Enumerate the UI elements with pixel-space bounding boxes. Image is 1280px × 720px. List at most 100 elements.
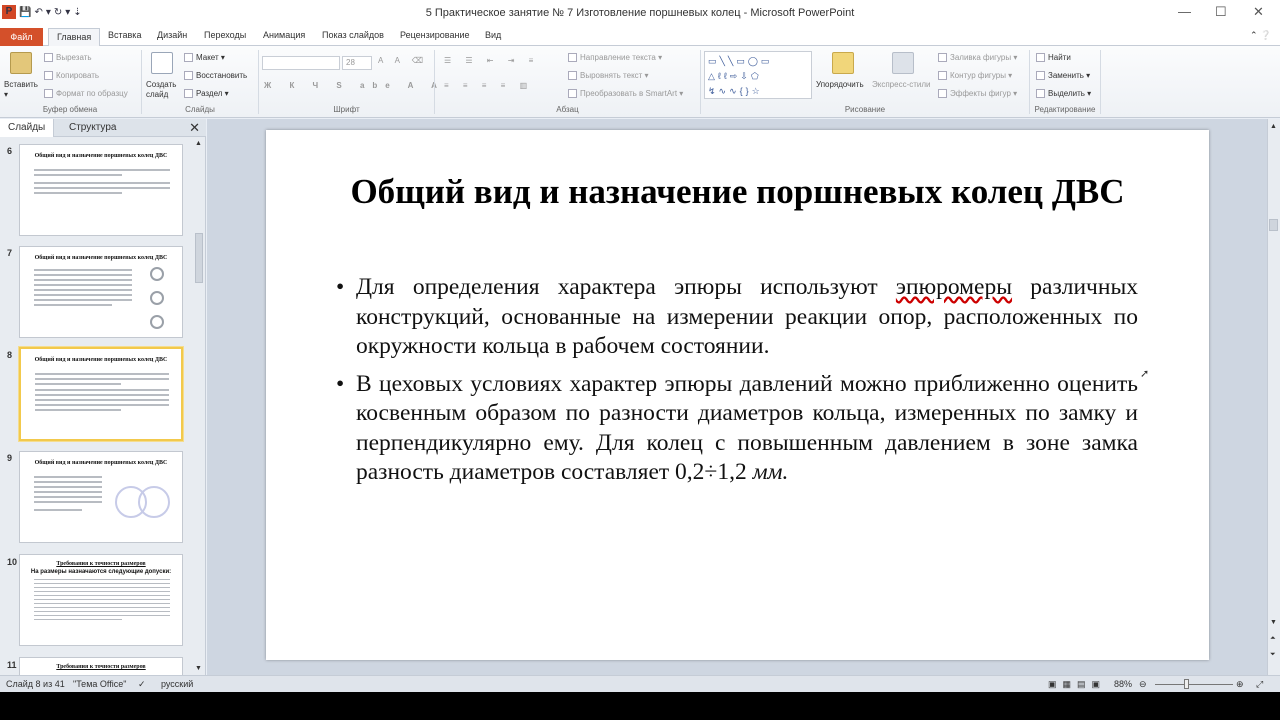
slide-thumbnail-6[interactable]: Общий вид и назначение поршневых колец Д… (19, 144, 183, 236)
bullet-item: В цеховых условиях характер эпюры давлен… (336, 370, 1138, 488)
minimize-button[interactable]: — (1178, 4, 1191, 19)
next-slide-icon[interactable]: ⏷ (1270, 651, 1276, 659)
tab-file[interactable]: Файл (0, 28, 43, 46)
slide-body[interactable]: Для определения характера эпюры использу… (336, 273, 1138, 496)
cut-button[interactable]: Вырезать (44, 53, 92, 63)
scroll-down-icon[interactable]: ▼ (195, 665, 202, 672)
new-slide-icon[interactable] (151, 52, 173, 74)
thumb-title: Общий вид и назначение поршневых колец Д… (34, 357, 168, 363)
text-direction-button[interactable]: Направление текста ▾ (568, 53, 662, 63)
select-button[interactable]: Выделить ▾ (1036, 89, 1091, 99)
list-buttons[interactable]: ☰ ☰ ⇤ ⇥ ≡ (444, 56, 539, 65)
chevron-down-icon[interactable]: ▾ (4, 90, 8, 99)
zoom-slider-handle[interactable] (1184, 679, 1189, 689)
replace-button[interactable]: Заменить ▾ (1036, 71, 1090, 81)
paste-icon[interactable] (10, 52, 32, 74)
scroll-down-icon[interactable]: ▼ (1270, 619, 1277, 626)
previous-slide-icon[interactable]: ⏶ (1270, 635, 1276, 643)
layout-button[interactable]: Макет ▾ (184, 53, 225, 63)
slide-thumbnail-10[interactable]: Требования к точности размеров На размер… (19, 554, 183, 646)
cut-label: Вырезать (56, 53, 92, 62)
quick-styles-button[interactable]: Экспресс-стили (872, 80, 931, 89)
paste-button[interactable]: Вставить (4, 80, 38, 89)
new-slide-button[interactable]: Создать слайд (146, 80, 182, 100)
thumb-text-line (34, 607, 170, 608)
maximize-button[interactable]: ☐ (1215, 4, 1227, 20)
slide-title[interactable]: Общий вид и назначение поршневых колец Д… (266, 172, 1209, 212)
thumb-number: 11 (7, 660, 17, 670)
thumb-title: Общий вид и назначение поршневых колец Д… (34, 255, 168, 261)
thumb-number: 6 (7, 146, 13, 156)
zoom-slider[interactable] (1155, 684, 1233, 685)
thumb-text-line (34, 491, 102, 493)
slide-thumbnail-11[interactable]: Требования к точности размеров (19, 657, 183, 675)
reset-icon (184, 71, 193, 81)
thumb-number: 7 (7, 248, 13, 258)
tab-insert[interactable]: Вставка (108, 30, 141, 40)
editor-scrollbar[interactable]: ▲ ▼ ⏶ ⏷ (1267, 119, 1280, 675)
scrollbar-thumb[interactable] (195, 233, 203, 283)
smartart-button[interactable]: Преобразовать в SmartArt ▾ (568, 89, 683, 99)
font-size-input[interactable]: 28 (342, 56, 372, 70)
shape-fill-button[interactable]: Заливка фигуры ▾ (938, 53, 1017, 63)
replace-icon (1036, 71, 1045, 81)
slide-thumbnail-7[interactable]: Общий вид и назначение поршневых колец Д… (19, 246, 183, 338)
thumb-text-line (34, 294, 132, 296)
align-text-label: Выровнять текст (580, 71, 643, 80)
tab-transitions[interactable]: Переходы (204, 30, 246, 40)
bullet-text: Для определения характера эпюры использу… (356, 274, 896, 300)
slide-thumbnail-8[interactable]: Общий вид и назначение поршневых колец Д… (19, 347, 183, 441)
align-text-button[interactable]: Выровнять текст ▾ (568, 71, 649, 81)
shape-effects-label: Эффекты фигур (950, 89, 1011, 98)
arrange-icon[interactable] (832, 52, 854, 74)
zoom-level[interactable]: 88% (1114, 679, 1132, 689)
font-name-input[interactable] (262, 56, 340, 70)
zoom-out-icon[interactable]: ⊖ (1139, 679, 1147, 690)
thumb-text-line (35, 389, 169, 391)
thumb-text-line (34, 284, 132, 286)
close-button[interactable]: ✕ (1253, 4, 1264, 20)
help-icon[interactable]: ⌃ ❔ (1250, 30, 1271, 41)
tab-slideshow[interactable]: Показ слайдов (322, 30, 384, 40)
slide-canvas[interactable]: Общий вид и назначение поршневых колец Д… (266, 130, 1209, 660)
tab-design[interactable]: Дизайн (157, 30, 187, 40)
copy-button[interactable]: Копировать (44, 71, 99, 81)
reset-button[interactable]: Восстановить (184, 71, 247, 81)
language-indicator[interactable]: русский (161, 679, 193, 689)
fit-to-window-icon[interactable]: ⤢ (1256, 679, 1263, 690)
section-button[interactable]: Раздел ▾ (184, 89, 229, 99)
align-buttons[interactable]: ≡ ≡ ≡ ≡ ▥ (444, 81, 533, 90)
thumb-text-line (34, 611, 170, 612)
thumb-text-line (34, 476, 102, 478)
close-panel-icon[interactable]: ✕ (189, 120, 200, 136)
font-format-buttons[interactable]: Ж К Ч S abe A A (264, 81, 445, 90)
scrollbar-thumb[interactable] (1269, 219, 1278, 231)
thumb-title: Требования к точности размеров (56, 664, 146, 670)
thumb-text-line (34, 509, 82, 511)
replace-label: Заменить (1048, 71, 1084, 80)
format-painter-button[interactable]: Формат по образцу (44, 89, 128, 99)
slide-thumbnail-9[interactable]: Общий вид и назначение поршневых колец Д… (19, 451, 183, 543)
tab-home[interactable]: Главная (48, 28, 101, 47)
view-buttons[interactable]: ▣▦▤▣ (1048, 679, 1106, 690)
slide-editor: Общий вид и назначение поршневых колец Д… (207, 119, 1267, 675)
tab-view[interactable]: Вид (485, 30, 501, 40)
section-label: Раздел (196, 89, 223, 98)
zoom-in-icon[interactable]: ⊕ (1236, 679, 1244, 690)
arrange-button[interactable]: Упорядочить (816, 80, 864, 89)
find-button[interactable]: Найти (1036, 53, 1071, 63)
scroll-up-icon[interactable]: ▲ (1270, 123, 1277, 130)
shape-outline-button[interactable]: Контур фигуры ▾ (938, 71, 1012, 81)
scroll-up-icon[interactable]: ▲ (195, 140, 202, 147)
tab-animation[interactable]: Анимация (263, 30, 305, 40)
tab-slides[interactable]: Слайды (0, 119, 55, 137)
shapes-gallery[interactable]: ▭╲╲▭◯▭ △ℓℓ⇨⇩⬠ ↯∿∿{}☆ (704, 51, 812, 99)
spellcheck-icon[interactable]: ✓ (138, 679, 146, 690)
tab-review[interactable]: Рецензирование (400, 30, 470, 40)
tab-outline[interactable]: Структура (69, 122, 116, 133)
font-size-buttons[interactable]: A A ⌫ (378, 56, 428, 65)
group-label-drawing: Рисование (844, 105, 886, 114)
quick-styles-icon[interactable] (892, 52, 914, 74)
shape-effects-button[interactable]: Эффекты фигур ▾ (938, 89, 1017, 99)
panel-scrollbar[interactable]: ▲ ▼ (193, 138, 205, 675)
